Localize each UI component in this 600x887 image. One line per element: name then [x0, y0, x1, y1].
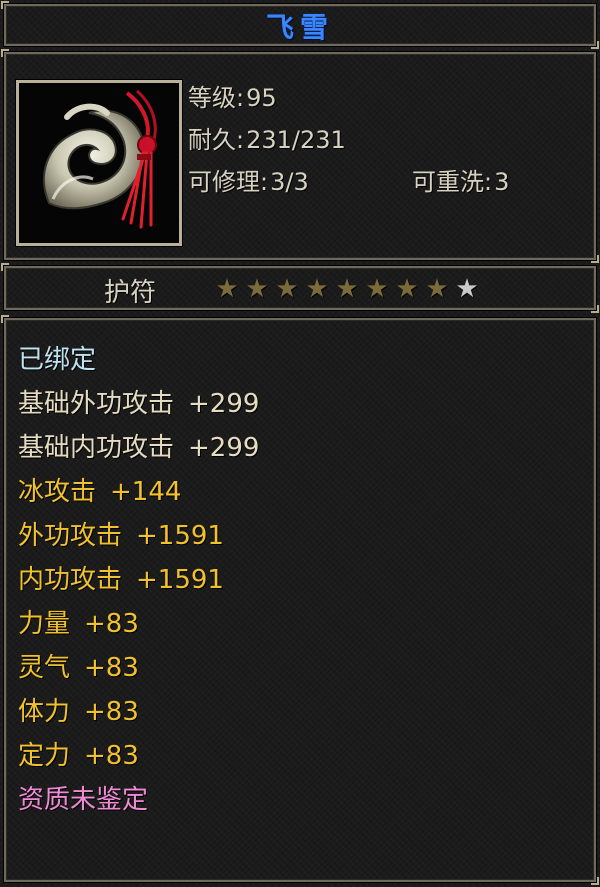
- star-filled-icon: ★: [275, 274, 299, 304]
- attribute-name: 力量: [18, 609, 71, 639]
- star-filled-icon: ★: [395, 274, 419, 304]
- star-filled-icon: ★: [425, 274, 449, 304]
- star-filled-icon: ★: [365, 274, 389, 304]
- jade-amulet-icon: [19, 83, 179, 243]
- attribute-value: +83: [84, 697, 139, 727]
- level-label: 等级:: [188, 84, 245, 112]
- attribute-list: 已绑定 基础外功攻击 +299 基础内功攻击 +299 冰攻击 +144 外功攻击 +1591 内…: [18, 342, 259, 826]
- attribute-name: 基础内功攻击: [18, 433, 175, 463]
- attribute-value: +83: [84, 741, 139, 771]
- rewash-value: 3: [494, 168, 510, 196]
- attribute-row: 力量 +83: [18, 606, 259, 650]
- attribute-row: 冰攻击 +144: [18, 474, 259, 518]
- attribute-row: 基础外功攻击 +299: [18, 386, 259, 430]
- attribute-name: 资质未鉴定: [18, 785, 149, 815]
- durability-label: 耐久:: [188, 126, 245, 154]
- star-filled-icon: ★: [215, 274, 239, 304]
- star-filled-icon: ★: [245, 274, 269, 304]
- attribute-value: +1591: [136, 565, 224, 595]
- attribute-value: +1591: [136, 521, 224, 551]
- star-filled-icon: ★: [335, 274, 359, 304]
- attribute-name: 灵气: [18, 653, 71, 683]
- attribute-value: +299: [188, 433, 260, 463]
- repairable-label: 可修理:: [188, 168, 269, 196]
- attribute-row: 灵气 +83: [18, 650, 259, 694]
- rewash-label: 可重洗:: [412, 168, 493, 196]
- attribute-row: 外功攻击 +1591: [18, 518, 259, 562]
- durability-value: 231/231: [246, 126, 346, 154]
- attribute-value: +83: [84, 609, 139, 639]
- star-empty-icon: ★: [455, 274, 479, 304]
- attribute-value: +144: [110, 477, 182, 507]
- rewash-stat: 可重洗:3: [412, 162, 509, 197]
- attribute-row: 基础内功攻击 +299: [18, 430, 259, 474]
- item-tooltip: 飞雪 等级:95 耐久:231/231 可修理:3/3 可重洗:3 护符 ★ ★…: [0, 0, 600, 887]
- repairable-stat: 可修理:3/3: [188, 162, 309, 197]
- item-name: 飞雪: [265, 11, 334, 44]
- repairable-value: 3/3: [270, 168, 309, 196]
- attribute-row: 定力 +83: [18, 738, 259, 782]
- attribute-name: 已绑定: [18, 345, 97, 375]
- attribute-row: 资质未鉴定: [18, 782, 259, 826]
- attribute-row: 内功攻击 +1591: [18, 562, 259, 606]
- level-stat: 等级:95: [188, 78, 277, 113]
- attribute-name: 体力: [18, 697, 71, 727]
- attribute-name: 内功攻击: [18, 565, 123, 595]
- attribute-name: 基础外功攻击: [18, 389, 175, 419]
- attribute-row: 体力 +83: [18, 694, 259, 738]
- item-icon-slot[interactable]: [16, 80, 182, 246]
- attribute-name: 外功攻击: [18, 521, 123, 551]
- attribute-name: 定力: [18, 741, 71, 771]
- attribute-value: +299: [188, 389, 260, 419]
- attribute-name: 冰攻击: [18, 477, 97, 507]
- star-filled-icon: ★: [305, 274, 329, 304]
- attribute-row: 已绑定: [18, 342, 259, 386]
- level-value: 95: [246, 84, 277, 112]
- attribute-value: +83: [84, 653, 139, 683]
- durability-stat: 耐久:231/231: [188, 120, 346, 155]
- item-type: 护符: [104, 278, 157, 308]
- star-rating: ★ ★ ★ ★ ★ ★ ★ ★ ★: [214, 276, 480, 302]
